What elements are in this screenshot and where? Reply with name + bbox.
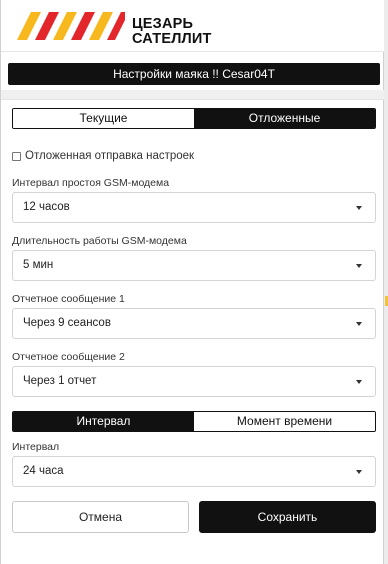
cancel-button[interactable]: Отмена [12,501,189,533]
report-1-value: Через 9 сеансов [23,317,111,329]
gsm-idle-select[interactable]: 12 часов [12,192,376,223]
report-2-label: Отчетное сообщение 2 [12,351,125,363]
deferred-send-row[interactable]: Отложенная отправка настроек [12,150,194,162]
tab-current[interactable]: Текущие [13,109,194,128]
header-divider [1,90,384,100]
tab-moment[interactable]: Момент времени [194,412,375,431]
brand-line-1: ЦЕЗАРЬ [132,16,194,32]
background-strip [384,0,388,564]
gsm-duration-value: 5 мин [23,259,54,271]
tab-interval[interactable]: Интервал [13,412,194,431]
page-title: Настройки маяка !! Cesar04T [8,63,380,85]
gsm-duration-label: Длительность работы GSM-модема [12,235,187,247]
report-1-select[interactable]: Через 9 сеансов [12,308,376,339]
chevron-down-icon [356,470,362,474]
chevron-down-icon [356,380,362,384]
save-button[interactable]: Сохранить [199,501,376,533]
gsm-idle-label: Интервал простоя GSM-модема [12,177,170,189]
gsm-duration-select[interactable]: 5 мин [12,250,376,281]
report-2-value: Через 1 отчет [23,375,97,387]
mode-tabs: Интервал Момент времени [12,411,376,432]
settings-tabs: Текущие Отложенные [12,108,376,129]
report-2-select[interactable]: Через 1 отчет [12,366,376,397]
chevron-down-icon [356,206,362,210]
brand-logo: ЦЕЗАРЬ САТЕЛЛИТ [15,8,211,47]
deferred-send-label: Отложенная отправка настроек [25,150,195,162]
gsm-idle-value: 12 часов [23,201,70,213]
tab-deferred[interactable]: Отложенные [194,109,375,128]
brand-line-2: САТЕЛЛИТ [132,31,212,47]
chevron-down-icon [356,322,362,326]
interval-label: Интервал [12,441,60,453]
report-1-label: Отчетное сообщение 1 [12,293,125,305]
interval-select[interactable]: 24 часа [12,456,376,487]
deferred-send-checkbox[interactable] [12,151,21,161]
chevron-down-icon [356,264,362,268]
logo-stripes-icon [17,12,125,40]
header: ЦЕЗАРЬ САТЕЛЛИТ [1,0,384,52]
brand-name: ЦЕЗАРЬ САТЕЛЛИТ [132,17,212,47]
interval-value: 24 часа [23,465,64,477]
